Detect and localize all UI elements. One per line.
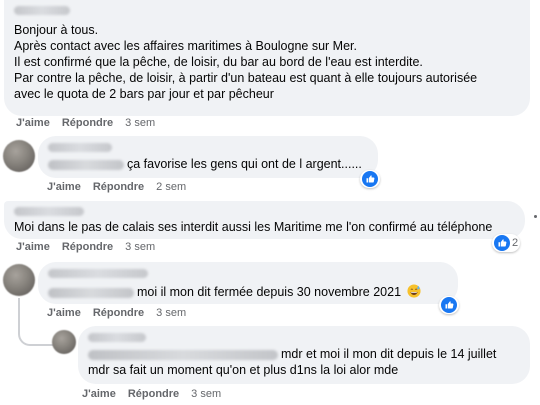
commenter-name[interactable] [14,6,70,15]
comment-actions: J'aime Répondre 3 sem [16,241,155,253]
mentioned-name[interactable] [48,159,124,170]
comment-line: Après contact avec les affaires maritime… [14,39,357,53]
comment-body: ça favorise les gens qui ont de l argent… [127,157,362,171]
like-icon [362,171,378,187]
comment-bubble: moi il mon dit fermée depuis 30 novembre… [38,262,458,304]
comment-text: Bonjour à tous. Après contact avec les a… [14,22,477,102]
timestamp[interactable]: 3 sem [125,241,155,253]
comment-text: ça favorise les gens qui ont de l argent… [48,156,362,172]
timestamp[interactable]: 3 sem [156,307,186,319]
timestamp[interactable]: 3 sem [191,388,221,400]
reply-button[interactable]: Répondre [62,241,113,253]
like-icon [494,235,510,251]
commenter-name[interactable] [48,269,148,278]
comment-line: Il est confirmé que la pêche, de loisir,… [14,55,423,69]
comment-bubble: mdr et moi il mon dit depuis le 14 juill… [78,326,530,384]
like-icon [441,297,457,313]
comment-actions: J'aime Répondre 3 sem [47,307,186,319]
comment-text: Moi dans le pas de calais ses interdit a… [14,219,492,235]
comment-line: avec le quota de 2 bars par jour et par … [14,87,274,101]
commenter-name[interactable] [14,207,84,216]
reply-button[interactable]: Répondre [93,181,144,193]
reaction-badge[interactable] [360,170,380,188]
avatar[interactable] [3,264,35,296]
mentioned-name[interactable] [48,287,134,298]
reply-button[interactable]: Répondre [62,117,113,129]
mentioned-name[interactable] [88,349,278,360]
avatar[interactable] [3,140,35,172]
reaction-count: 2 [512,237,519,249]
reaction-badge[interactable]: 2 [492,234,521,252]
like-button[interactable]: J'aime [82,388,116,400]
timestamp[interactable]: 3 sem [125,117,155,129]
comment-text: mdr et moi il mon dit depuis le 14 juill… [88,346,496,378]
timestamp[interactable]: 2 sem [156,181,186,193]
comment-line: Par contre la pêche, de loisir, à partir… [14,71,478,85]
like-button[interactable]: J'aime [16,241,50,253]
comment-actions: J'aime Répondre 2 sem [47,181,186,193]
reply-button[interactable]: Répondre [128,388,179,400]
commenter-name[interactable] [48,143,112,152]
more-options-dot[interactable] [534,215,537,218]
grinning-sweat-emoji [406,284,421,298]
comment-actions: J'aime Répondre 3 sem [16,117,155,129]
reply-button[interactable]: Répondre [93,307,144,319]
like-button[interactable]: J'aime [47,181,81,193]
comment-bubble: ça favorise les gens qui ont de l argent… [38,136,378,178]
comment-line: Bonjour à tous. [14,23,99,37]
avatar[interactable] [52,330,76,354]
comment-actions: J'aime Répondre 3 sem [82,388,221,400]
comment-bubble: Moi dans le pas de calais ses interdit a… [4,201,525,239]
comment-text: moi il mon dit fermée depuis 30 novembre… [48,284,421,300]
reaction-badge[interactable] [439,296,459,314]
commenter-name[interactable] [88,333,146,342]
like-button[interactable]: J'aime [16,117,50,129]
comment-body: mdr sa fait un moment qu'on et plus d1ns… [88,363,399,377]
comment-body: mdr et moi il mon dit depuis le 14 juill… [281,347,497,361]
comment-bubble: Bonjour à tous. Après contact avec les a… [4,0,530,116]
comment-body: moi il mon dit fermée depuis 30 novembre… [137,285,402,299]
comment-body: Moi dans le pas de calais ses interdit a… [14,220,493,234]
